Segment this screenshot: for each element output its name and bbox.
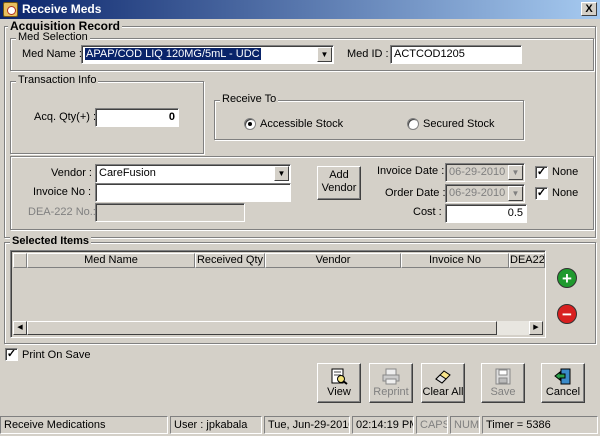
row-selector-header [13, 253, 27, 268]
med-selection-legend: Med Selection [16, 31, 90, 43]
status-date: Tue, Jun-29-2010 [264, 416, 350, 434]
med-name-label: Med Name : [22, 48, 82, 60]
invoice-date-value: 06-29-2010 [449, 166, 506, 178]
chevron-down-icon[interactable]: ▼ [274, 166, 289, 181]
order-date-none-label: None [552, 187, 579, 199]
invoice-date-none-label: None [552, 166, 579, 178]
invoice-date-none-checkbox[interactable]: ✓ [535, 166, 548, 179]
print-on-save-checkbox[interactable]: ✓ [5, 348, 18, 361]
dea-222-field [95, 203, 245, 222]
status-app-name: Receive Medications [0, 416, 168, 434]
med-name-combo[interactable]: APAP/COD LIQ 120MG/5mL - UDC ▼ [81, 45, 334, 64]
selected-items-grid[interactable]: Med Name Received Qty Vendor Invoice No … [10, 250, 546, 338]
title-bar: Receive Meds X [0, 0, 600, 19]
med-name-value: APAP/COD LIQ 120MG/5mL - UDC [85, 48, 261, 60]
order-date-label: Order Date : [385, 187, 446, 199]
add-vendor-button[interactable]: Add Vendor [317, 166, 361, 200]
clear-all-button[interactable]: Clear All [421, 363, 465, 403]
remove-item-icon[interactable]: − [557, 304, 577, 324]
eraser-icon [435, 370, 451, 384]
add-vendor-label-line2: Vendor [321, 182, 357, 194]
receive-to-legend: Receive To [220, 93, 279, 105]
chevron-down-icon[interactable]: ▼ [317, 47, 332, 62]
scroll-thumb[interactable] [27, 321, 497, 335]
print-on-save-label: Print On Save [22, 349, 91, 361]
window-title: Receive Meds [22, 2, 102, 16]
status-num: NUM [450, 416, 480, 434]
order-date-picker: 06-29-2010 ▼ [445, 184, 525, 203]
status-time: 02:14:19 PM [352, 416, 414, 434]
add-vendor-label-line1: Add [329, 169, 349, 181]
order-date-value: 06-29-2010 [449, 187, 506, 199]
column-header-dea222[interactable]: DEA222 [509, 253, 545, 268]
grid-header-row: Med Name Received Qty Vendor Invoice No … [13, 253, 545, 268]
dea-222-label: DEA-222 No.: [28, 206, 96, 218]
secured-stock-label: Secured Stock [423, 118, 495, 130]
column-header-vendor[interactable]: Vendor [265, 253, 401, 268]
chevron-down-icon: ▼ [508, 186, 523, 201]
horizontal-scrollbar[interactable]: ◀ ▶ [13, 321, 543, 335]
status-user: User : jpkabala [170, 416, 262, 434]
view-label: View [327, 386, 351, 398]
view-icon [331, 368, 348, 385]
reprint-label: Reprint [373, 386, 409, 398]
column-header-med-name[interactable]: Med Name [27, 253, 195, 268]
cost-field[interactable]: 0.5 [445, 204, 527, 223]
accessible-stock-label: Accessible Stock [260, 118, 344, 130]
save-button[interactable]: Save [481, 363, 525, 403]
invoice-no-field[interactable] [95, 183, 291, 202]
vendor-value: CareFusion [99, 167, 156, 179]
cost-label: Cost : [413, 206, 442, 218]
vendor-combo[interactable]: CareFusion ▼ [95, 164, 291, 183]
view-button[interactable]: View [317, 363, 361, 403]
receive-meds-window: Receive Meds X Acquisition Record Med Se… [0, 0, 600, 436]
reprint-button[interactable]: Reprint [369, 363, 413, 403]
status-caps: CAPS [416, 416, 448, 434]
invoice-no-label: Invoice No : [33, 186, 92, 198]
invoice-date-label: Invoice Date : [377, 165, 445, 177]
close-button[interactable]: X [581, 2, 597, 16]
save-label: Save [490, 386, 516, 398]
printer-icon [382, 368, 400, 385]
selected-items-title: Selected Items [10, 235, 92, 247]
column-header-invoice-no[interactable]: Invoice No [401, 253, 509, 268]
scroll-right-icon[interactable]: ▶ [529, 321, 543, 335]
column-header-received-qty[interactable]: Received Qty [195, 253, 265, 268]
med-id-label: Med ID : [347, 48, 389, 60]
app-icon [3, 2, 18, 17]
med-id-field[interactable]: ACTCOD1205 [390, 45, 522, 64]
cancel-button[interactable]: Cancel [541, 363, 585, 403]
order-date-none-checkbox[interactable]: ✓ [535, 187, 548, 200]
add-item-icon[interactable]: + [557, 268, 577, 288]
transaction-info-legend: Transaction Info [16, 74, 99, 86]
cancel-label: Cancel [545, 386, 581, 398]
secured-stock-radio[interactable] [407, 118, 419, 130]
scroll-left-icon[interactable]: ◀ [13, 321, 27, 335]
status-timer: Timer = 5386 [482, 416, 598, 434]
accessible-stock-radio[interactable] [244, 118, 256, 130]
vendor-label: Vendor : [51, 167, 92, 179]
invoice-date-picker: 06-29-2010 ▼ [445, 163, 525, 182]
chevron-down-icon: ▼ [508, 165, 523, 180]
clear-all-label: Clear All [422, 386, 464, 398]
exit-door-icon [554, 368, 571, 385]
acq-qty-label: Acq. Qty(+) : [34, 111, 97, 123]
disk-icon [495, 368, 511, 385]
status-bar: Receive Medications User : jpkabala Tue,… [0, 414, 600, 436]
acq-qty-field[interactable]: 0 [95, 108, 179, 127]
